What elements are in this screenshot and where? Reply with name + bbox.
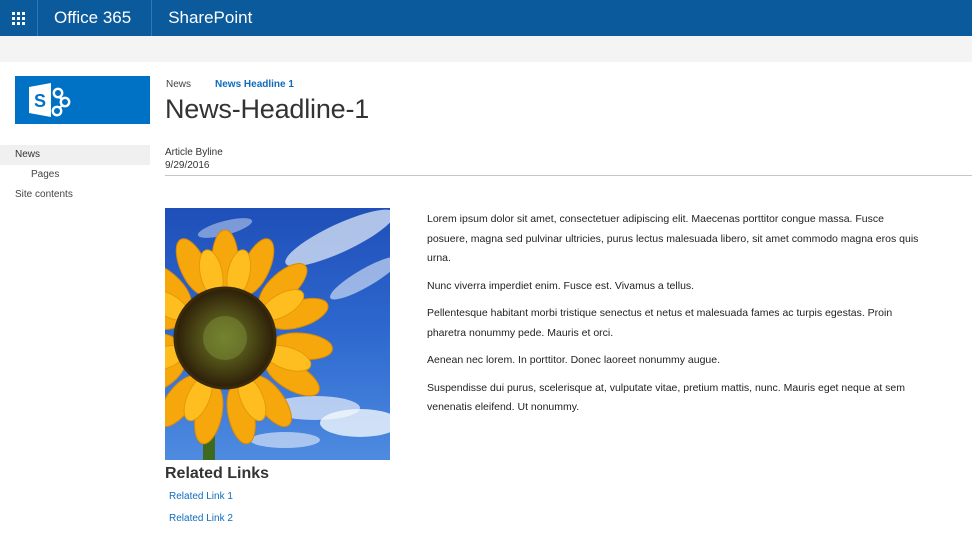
sharepoint-app-link[interactable]: SharePoint <box>152 0 252 36</box>
nav-item-pages[interactable]: Pages <box>0 165 150 185</box>
app-launcher-icon <box>12 11 25 25</box>
related-link-2[interactable]: Related Link 2 <box>169 513 233 524</box>
sharepoint-logo-icon: S <box>29 83 71 117</box>
header-divider <box>165 175 972 176</box>
logo-letter: S <box>34 91 46 111</box>
article-byline: Article Byline 9/29/2016 <box>165 146 223 172</box>
related-link-1[interactable]: Related Link 1 <box>169 491 233 502</box>
article-date: 9/29/2016 <box>165 160 210 171</box>
article-paragraph: Pellentesque habitant morbi tristique se… <box>427 307 893 339</box>
nav-item-site-contents[interactable]: Site contents <box>0 185 150 205</box>
office365-brand-link[interactable]: Office 365 <box>38 0 153 36</box>
article-body: Lorem ipsum dolor sit amet, consectetuer… <box>427 210 927 426</box>
app-launcher-button[interactable] <box>0 0 38 36</box>
article-paragraph: Lorem ipsum dolor sit amet, consectetuer… <box>427 213 919 264</box>
breadcrumb: News News Headline 1 <box>166 79 294 90</box>
article-paragraph: Nunc viverra imperdiet enim. Fusce est. … <box>427 279 695 292</box>
ribbon-strip <box>0 36 972 62</box>
article-paragraph: Aenean nec lorem. In porttitor. Donec la… <box>427 354 721 366</box>
related-links-title: Related Links <box>165 465 270 482</box>
byline-label: Article Byline <box>165 147 223 158</box>
breadcrumb-news[interactable]: News <box>166 79 191 90</box>
breadcrumb-current[interactable]: News Headline 1 <box>215 79 294 90</box>
nav-item-news[interactable]: News <box>0 145 150 165</box>
left-nav: News Pages Site contents <box>0 145 150 205</box>
site-logo[interactable]: S <box>15 76 150 124</box>
article-paragraph: Suspendisse dui purus, scelerisque at, v… <box>427 381 906 414</box>
sunflower-image <box>165 208 390 460</box>
page-title: News-Headline-1 <box>165 94 370 124</box>
suite-bar: Office 365 SharePoint <box>0 0 972 36</box>
